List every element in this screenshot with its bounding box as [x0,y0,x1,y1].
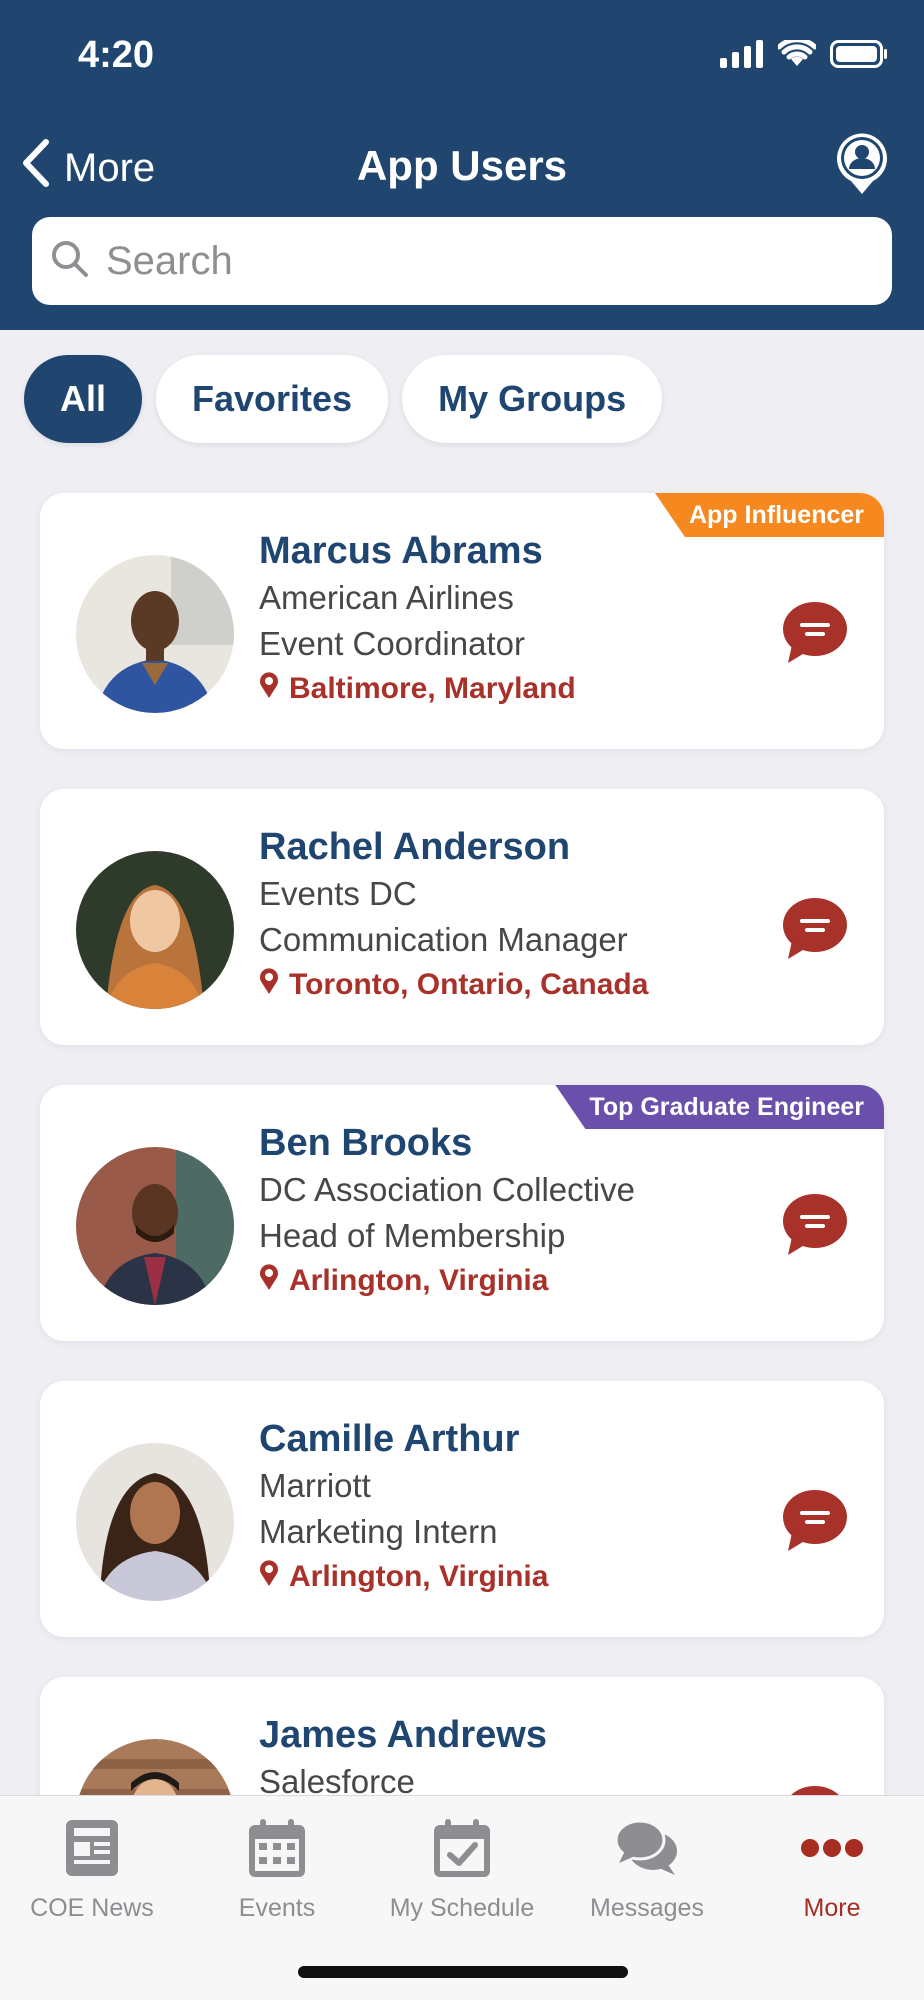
search-bar[interactable] [32,217,892,305]
user-name: Camille Arthur [259,1418,520,1460]
tab-label: Events [238,1894,316,1922]
battery-icon [830,40,888,73]
chat-bubble-icon [782,1490,848,1557]
user-card[interactable]: Camille Arthur Marriott Marketing Intern… [40,1381,884,1637]
user-location-text: Arlington, Virginia [289,1264,549,1297]
message-button[interactable] [782,601,848,670]
user-location-text: Toronto, Ontario, Canada [289,968,649,1001]
user-card[interactable]: Top Graduate Engineer Ben Brooks DC Asso… [40,1085,884,1341]
user-location-button[interactable] [834,132,890,201]
chat-bubble-icon [782,1194,848,1261]
wifi-icon [776,37,818,73]
search-input[interactable] [106,238,866,284]
user-badge: App Influencer [654,493,884,537]
tab-events[interactable]: Events [185,1812,369,1923]
user-title: Event Coordinator [259,625,525,662]
calendar-icon [185,1812,369,1884]
app-header: 4:20 More App Users Search [0,0,924,330]
user-location-text: Baltimore, Maryland [289,672,576,705]
news-icon [0,1812,184,1884]
user-location: Arlington, Virginia [259,1559,548,1595]
user-info: Marcus Abrams American Airlines Event Co… [259,527,576,707]
search-icon [50,239,90,284]
user-name: Marcus Abrams [259,530,543,572]
user-company: Marriott [259,1467,371,1504]
user-pin-icon [834,133,890,200]
user-name: James Andrews [259,1714,547,1756]
user-title: Marketing Intern [259,1513,498,1550]
user-location-text: Arlington, Virginia [289,1560,549,1593]
avatar [76,1147,234,1305]
filter-favorites[interactable]: Favorites [156,355,389,443]
status-time: 4:20 [78,34,155,76]
tab-label: COE News [30,1894,154,1922]
user-card[interactable]: App Influencer Marcus Abrams American Ai… [40,493,884,749]
status-icons [720,37,888,73]
chat-bubble-icon [782,602,848,669]
filter-chips: All Favorites My Groups [24,355,663,443]
more-icon [740,1812,924,1884]
user-company: Events DC [259,875,417,912]
user-location: Arlington, Virginia [259,1263,635,1299]
location-pin-icon [259,671,279,707]
user-company: DC Association Collective [259,1171,635,1208]
location-pin-icon [259,967,279,1003]
message-button[interactable] [782,1489,848,1558]
user-info: Rachel Anderson Events DC Communication … [259,823,648,1003]
user-name: Rachel Anderson [259,826,571,868]
user-title: Communication Manager [259,921,628,958]
user-title: Head of Membership [259,1217,566,1254]
tab-label: More [803,1894,861,1922]
avatar [76,851,234,1009]
user-info: Camille Arthur Marriott Marketing Intern… [259,1415,548,1595]
message-button[interactable] [782,1193,848,1262]
tab-more[interactable]: More [740,1812,924,1923]
tab-coe-news[interactable]: COE News [0,1812,184,1923]
user-name: Ben Brooks [259,1122,473,1164]
page-title: App Users [356,142,568,189]
user-location: Toronto, Ontario, Canada [259,967,648,1003]
chat-bubble-icon [782,898,848,965]
home-indicator [298,1966,628,1978]
user-info: Ben Brooks DC Association Collective Hea… [259,1119,635,1299]
user-company: American Airlines [259,579,514,616]
tab-messages[interactable]: Messages [555,1812,739,1923]
messages-icon [555,1812,739,1884]
user-info: James Andrews Salesforce [259,1711,547,1805]
location-pin-icon [259,1263,279,1299]
avatar [76,555,234,713]
avatar [76,1443,234,1601]
user-list: App Influencer Marcus Abrams American Ai… [40,493,884,1973]
message-button[interactable] [782,897,848,966]
schedule-icon [370,1812,554,1884]
filter-my-groups[interactable]: My Groups [402,355,663,443]
user-location: Baltimore, Maryland [259,671,576,707]
tab-my-schedule[interactable]: My Schedule [370,1812,554,1923]
tab-label: My Schedule [389,1894,535,1922]
tab-label: Messages [590,1894,704,1922]
filter-all[interactable]: All [24,355,143,443]
signal-icon [720,40,764,73]
user-card[interactable]: Rachel Anderson Events DC Communication … [40,789,884,1045]
location-pin-icon [259,1559,279,1595]
